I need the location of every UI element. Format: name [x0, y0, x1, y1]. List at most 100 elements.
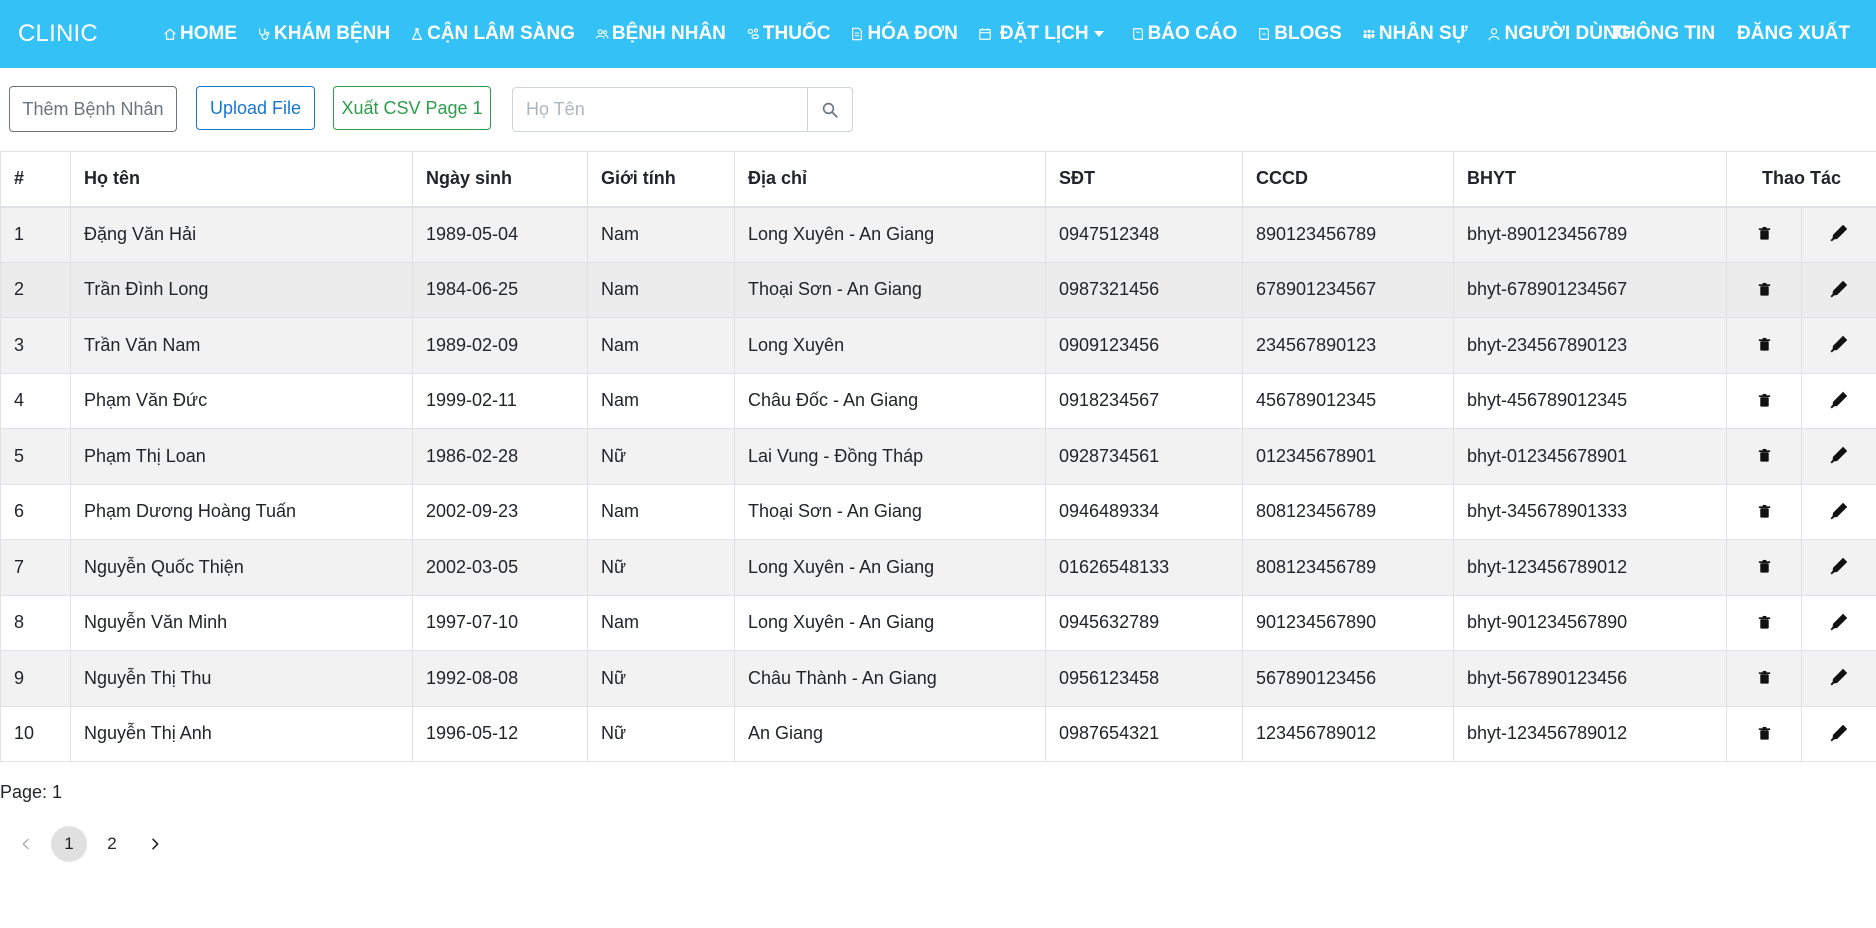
edit-button[interactable] [1828, 499, 1850, 521]
delete-cell [1726, 705, 1802, 762]
edit-button[interactable] [1828, 222, 1850, 244]
edit-button[interactable] [1828, 721, 1850, 743]
nav-item-label: ĐẶT LỊCH [999, 23, 1089, 44]
add-patient-button[interactable]: Thêm Bệnh Nhân [9, 86, 177, 132]
table-cell: bhyt-123456789012 [1453, 539, 1727, 596]
trash-icon [1757, 393, 1772, 408]
patients-table-wrapper: # Họ tên Ngày sinh Giới tính Địa chỉ SĐT CCCD B… [0, 151, 1876, 762]
trash-icon [1757, 226, 1772, 241]
table-cell: 2002-09-23 [412, 483, 588, 540]
patients-table: # Họ tên Ngày sinh Giới tính Địa chỉ SĐT CCCD B… [0, 151, 1876, 762]
brand-logo[interactable]: CLINIC [18, 20, 98, 48]
nav-item-label: KHÁM BỆNH [274, 23, 391, 44]
nav-item-2[interactable]: CẬN LÂM SÀNG [410, 23, 575, 45]
edit-button[interactable] [1828, 666, 1850, 688]
pagination: 12 [8, 824, 180, 864]
nav-item-label: NHÂN SỰ [1378, 23, 1468, 44]
upload-file-button[interactable]: Upload File [196, 86, 315, 130]
edit-cell [1800, 317, 1876, 374]
edit-button[interactable] [1828, 555, 1850, 577]
delete-button[interactable] [1753, 278, 1775, 300]
table-cell: bhyt-456789012345 [1453, 372, 1727, 429]
edit-button[interactable] [1828, 277, 1850, 299]
nav-item-8[interactable]: BLOGS [1257, 23, 1342, 45]
trash-icon [1757, 670, 1772, 685]
edit-icon [1830, 334, 1849, 353]
edit-button[interactable] [1828, 333, 1850, 355]
table-cell: 0918234567 [1045, 372, 1243, 429]
table-cell: 01626548133 [1045, 539, 1243, 596]
flask-icon [410, 26, 424, 42]
home-icon [163, 26, 177, 42]
table-cell: 678901234567 [1242, 261, 1454, 318]
table-cell: Thoại Sơn - An Giang [734, 261, 1046, 318]
next-page-button[interactable] [137, 826, 173, 862]
table-cell: Nam [587, 372, 735, 429]
table-cell: Trần Đình Long [70, 261, 413, 318]
table-cell: 9 [0, 650, 71, 707]
table-cell: 0928734561 [1045, 428, 1243, 485]
edit-button[interactable] [1828, 610, 1850, 632]
delete-button[interactable] [1753, 223, 1775, 245]
nav-item-0[interactable]: HOME [163, 23, 237, 45]
table-cell: Long Xuyên - An Giang [734, 206, 1046, 263]
table-cell: 1996-05-12 [412, 705, 588, 762]
prev-page-button[interactable] [8, 826, 44, 862]
nav-item-7[interactable]: BÁO CÁO [1131, 23, 1237, 45]
table-cell: bhyt-890123456789 [1453, 206, 1727, 263]
nav-item-9[interactable]: NHÂN SỰ [1362, 23, 1468, 45]
column-header: Họ tên [70, 151, 413, 208]
table-cell: Phạm Thị Loan [70, 428, 413, 485]
table-cell: 234567890123 [1242, 317, 1454, 374]
search-icon [821, 101, 839, 119]
page-button[interactable]: 1 [51, 826, 87, 862]
table-cell: Lai Vung - Đồng Tháp [734, 428, 1046, 485]
edit-icon [1830, 723, 1849, 742]
delete-button[interactable] [1753, 445, 1775, 467]
delete-button[interactable] [1753, 500, 1775, 522]
delete-button[interactable] [1753, 556, 1775, 578]
table-row: 5 Phạm Thị Loan 1986-02-28 Nữ Lai Vung - Đồn… [0, 428, 1876, 485]
nav-item-3[interactable]: BỆNH NHÂN [595, 23, 726, 45]
page-button[interactable]: 2 [94, 826, 130, 862]
search-button[interactable] [807, 88, 852, 131]
trash-icon [1757, 504, 1772, 519]
nav-item-label: THUỐC [762, 23, 831, 44]
search-input[interactable] [513, 88, 807, 131]
nav-logout-link[interactable]: ĐĂNG XUẤT [1737, 23, 1850, 45]
table-cell: bhyt-345678901333 [1453, 483, 1727, 540]
nav-item-6[interactable]: ĐẶT LỊCH [978, 23, 1104, 45]
table-cell: 6 [0, 483, 71, 540]
trash-icon [1757, 448, 1772, 463]
report-icon [1131, 26, 1145, 42]
edit-icon [1830, 390, 1849, 409]
table-cell: Nữ [587, 539, 735, 596]
page-numbers: 12 [51, 826, 137, 862]
table-cell: 1992-08-08 [412, 650, 588, 707]
table-cell: 4 [0, 372, 71, 429]
table-cell: bhyt-123456789012 [1453, 705, 1727, 762]
nav-item-label: BLOGS [1274, 23, 1342, 44]
delete-button[interactable] [1753, 667, 1775, 689]
edit-icon [1830, 667, 1849, 686]
table-row: 8 Nguyễn Văn Minh 1997-07-10 Nam Long Xuyên … [0, 594, 1876, 651]
table-cell: Nguyễn Văn Minh [70, 594, 413, 651]
nav-info-link[interactable]: THÔNG TIN [1611, 23, 1716, 45]
delete-button[interactable] [1753, 722, 1775, 744]
delete-button[interactable] [1753, 334, 1775, 356]
edit-button[interactable] [1828, 444, 1850, 466]
export-csv-button[interactable]: Xuất CSV Page 1 [333, 86, 491, 130]
table-cell: 808123456789 [1242, 539, 1454, 596]
nav-item-label: CẬN LÂM SÀNG [427, 23, 575, 44]
nav-item-1[interactable]: KHÁM BỆNH [257, 23, 390, 45]
table-cell: Nguyễn Thị Anh [70, 705, 413, 762]
edit-cell [1800, 206, 1876, 263]
nav-item-5[interactable]: HÓA ĐƠN [850, 23, 958, 45]
caret-down-icon [1093, 31, 1104, 37]
nav-item-4[interactable]: THUỐC [746, 23, 831, 45]
table-cell: 567890123456 [1242, 650, 1454, 707]
column-header: Giới tính [587, 151, 735, 208]
delete-button[interactable] [1753, 611, 1775, 633]
edit-button[interactable] [1828, 388, 1850, 410]
delete-button[interactable] [1753, 389, 1775, 411]
